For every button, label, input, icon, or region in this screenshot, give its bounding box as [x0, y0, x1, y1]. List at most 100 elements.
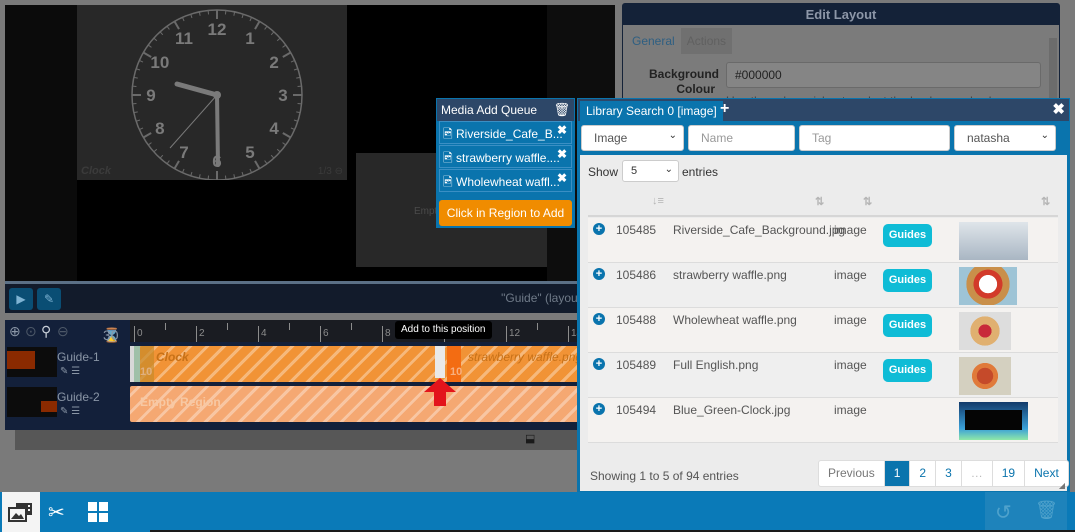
region-pager[interactable]: 1/3 ⊖	[318, 166, 343, 177]
owner-select[interactable]: natasha ⌄	[954, 125, 1056, 151]
list-icon[interactable]: ☰	[71, 406, 80, 417]
edit-icon: ✎	[43, 292, 55, 306]
table-row[interactable]: +105489 Full English.png image Guides	[588, 353, 1058, 398]
click-in-region-to-add-button[interactable]: Click in Region to Add	[439, 200, 572, 226]
tab-general[interactable]: General	[626, 28, 681, 54]
edit-region-icon[interactable]: ✎	[60, 366, 68, 377]
region-track[interactable]: Clock 10 10 strawberry waffle.png	[130, 346, 615, 382]
previous-page-button[interactable]: Previous	[819, 461, 884, 486]
add-media-icon[interactable]: +	[593, 268, 605, 280]
image-file-icon: 🖻	[443, 127, 453, 141]
widget-label: strawberry waffle.png	[468, 350, 583, 364]
widgets-grid-icon[interactable]	[88, 502, 108, 522]
region-track[interactable]: Empty Region	[130, 386, 615, 422]
table-row[interactable]: +105486 strawberry waffle.png image Guides	[588, 263, 1058, 308]
entries-label: entries	[682, 165, 719, 179]
media-thumbnail[interactable]	[959, 222, 1028, 260]
add-media-icon[interactable]: +	[593, 358, 605, 370]
page-button[interactable]: 1	[883, 461, 910, 486]
zoom-out-icon[interactable]: ⊖	[57, 323, 69, 340]
inbox-icon[interactable]: ⬓	[525, 432, 535, 445]
media-thumbnail[interactable]	[959, 267, 1017, 305]
delete-icon[interactable]: 🗑	[1035, 500, 1058, 521]
name-input[interactable]: Name	[688, 125, 795, 151]
undo-icon[interactable]: ↺	[995, 500, 1012, 525]
zoom-in-icon[interactable]: ⊕	[9, 323, 21, 340]
page-button[interactable]: 3	[935, 461, 961, 486]
media-thumbnail[interactable]	[959, 357, 1011, 395]
guides-button[interactable]: Guides	[883, 224, 932, 247]
remove-icon[interactable]: ✖	[557, 147, 567, 161]
library-header: Library Search 0 [image] + ✖	[578, 99, 1069, 121]
clock-tick	[139, 127, 144, 131]
clock-tick	[264, 160, 268, 165]
clock-tick	[290, 127, 295, 131]
ruler-tick-label: 4	[261, 328, 267, 339]
widget-label: Empty Region	[140, 395, 221, 409]
scrollbar[interactable]	[1049, 38, 1057, 98]
edit-layout-button[interactable]: ✎	[37, 288, 61, 310]
clock-tick	[139, 59, 144, 63]
queue-item[interactable]: 🖻 strawberry waffle.... ✖	[439, 145, 572, 168]
queue-item-label: Riverside_Cafe_B...	[456, 127, 563, 141]
remove-icon[interactable]: ✖	[557, 123, 567, 137]
clock-tick	[166, 25, 170, 30]
image-file-icon: 🖻	[443, 151, 453, 165]
ruler-major-tick	[320, 326, 321, 342]
clock-tick	[181, 17, 185, 22]
page-button[interactable]: 2	[909, 461, 935, 486]
add-media-icon[interactable]: +	[593, 223, 605, 235]
table-row[interactable]: +105494 Blue_Green-Clock.jpg image	[588, 398, 1058, 443]
media-thumbnail[interactable]	[959, 312, 1011, 350]
clock-tick	[249, 168, 253, 173]
clock-region[interactable]: 121234567891011 Clock 1/3 ⊖	[77, 5, 347, 181]
zoom-fit-icon[interactable]: ⚲	[41, 323, 51, 340]
play-preview-button[interactable]: ▶	[9, 288, 33, 310]
add-media-icon[interactable]: +	[593, 313, 605, 325]
edit-region-icon[interactable]: ✎	[60, 406, 68, 417]
tag-input[interactable]: Tag	[799, 125, 950, 151]
region-actions: ✎ ☰	[60, 406, 80, 417]
table-row[interactable]: +105485 Riverside_Cafe_Background.jpg imag…	[588, 218, 1058, 263]
clock-tick	[159, 154, 164, 159]
remove-icon[interactable]: ✖	[557, 171, 567, 185]
pagination: Previous 1 2 3… 19 Next	[818, 460, 1069, 487]
media-type-value: Image	[594, 131, 628, 145]
close-icon[interactable]: ✖	[1052, 100, 1065, 118]
sort-icon[interactable]: ⇅	[863, 195, 872, 208]
clock-tick	[166, 160, 170, 165]
bottom-toolbar: ✂ ↺ 🗑	[0, 492, 1075, 532]
page-size-value: 5	[631, 165, 638, 177]
tab-library-search[interactable]: Library Search 0 [image]	[580, 101, 723, 121]
guides-button[interactable]: Guides	[883, 269, 932, 292]
ruler-major-tick	[258, 326, 259, 342]
add-tab-icon[interactable]: +	[720, 100, 729, 118]
add-media-icon[interactable]: +	[593, 403, 605, 415]
zoom-reset-icon[interactable]: ⊙	[25, 323, 37, 340]
sort-icon[interactable]: ⇅	[815, 195, 824, 208]
region-thumbnail	[7, 387, 57, 417]
table-row[interactable]: +105488 Wholewheat waffle.png image Guides	[588, 308, 1058, 353]
library-toolbar-button[interactable]	[2, 492, 40, 532]
background-colour-input[interactable]: #000000	[726, 62, 1041, 88]
ruler-minor-tick	[289, 323, 290, 330]
sort-icon[interactable]: ⇅	[1041, 195, 1050, 208]
tab-actions[interactable]: Actions	[680, 28, 733, 54]
list-icon[interactable]: ☰	[71, 366, 80, 377]
trash-icon[interactable]: 🗑	[553, 102, 570, 118]
media-add-queue: Media Add Queue 🗑 🖻 Riverside_Cafe_B... ✖…	[436, 98, 575, 228]
sort-desc-icon[interactable]: ↓≡	[652, 195, 664, 207]
queue-item[interactable]: 🖻 Riverside_Cafe_B... ✖	[439, 121, 572, 144]
guides-button[interactable]: Guides	[883, 314, 932, 337]
tools-icon[interactable]: ✂	[48, 500, 65, 525]
clock-tick	[136, 119, 141, 122]
page-size-select[interactable]: 5 ⌄	[622, 160, 679, 182]
clock-number: 4	[269, 119, 279, 138]
guides-button[interactable]: Guides	[883, 359, 932, 382]
resize-handle-icon[interactable]: ◢	[1059, 481, 1065, 490]
page-button[interactable]: 19	[991, 461, 1024, 486]
media-thumbnail[interactable]	[959, 402, 1028, 440]
queue-item[interactable]: 🖻 Wholewheat waffl... ✖	[439, 169, 572, 192]
drop-position-marker[interactable]	[435, 346, 445, 378]
media-type-select[interactable]: Image ⌄	[581, 125, 684, 151]
